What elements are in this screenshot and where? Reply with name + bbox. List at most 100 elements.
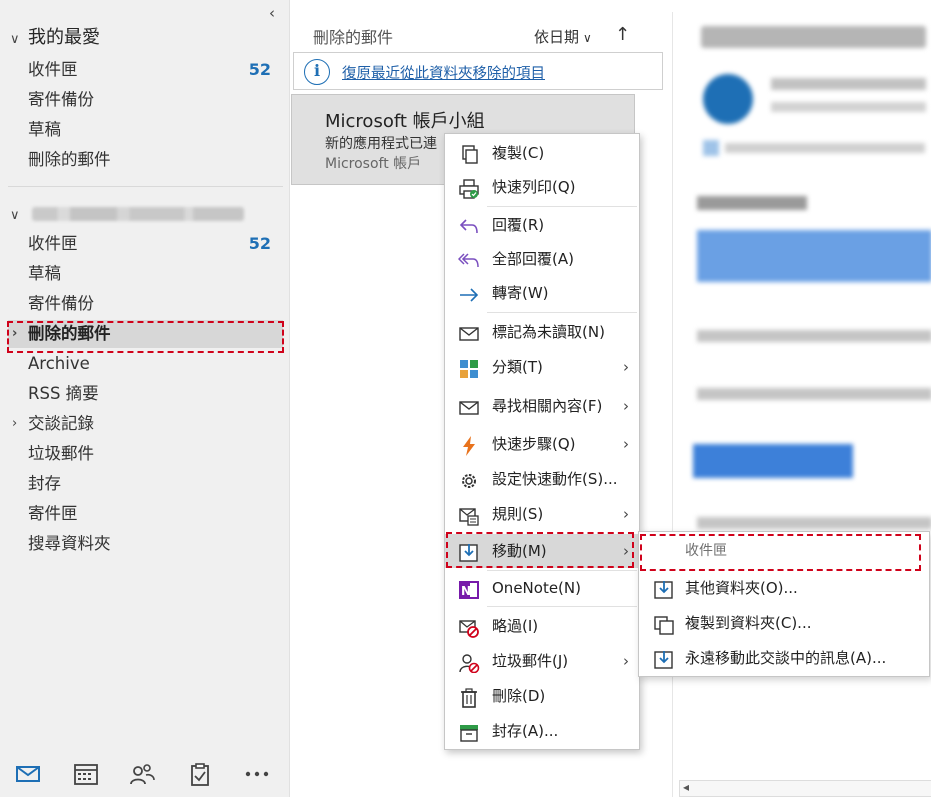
move-submenu: 收件匣 其他資料夾(O)... 複製到資料夾(C)... 永遠移動此交談中的訊息… xyxy=(638,531,930,677)
menu-separator xyxy=(487,606,637,607)
chevron-right-icon[interactable]: › xyxy=(12,410,17,438)
menu-item-ignore[interactable]: 略過(I) xyxy=(445,609,639,643)
submenu-item-inbox[interactable]: 收件匣 xyxy=(639,534,929,568)
chevron-down-icon: ∨ xyxy=(583,31,592,45)
account-folder-junk[interactable]: 垃圾郵件 xyxy=(8,440,283,468)
account-folder-rss[interactable]: RSS 摘要 xyxy=(8,380,283,408)
reply-icon xyxy=(458,215,480,235)
folder-label: 寄件備份 xyxy=(28,90,94,109)
menu-item-archive[interactable]: 封存(A)... xyxy=(445,714,639,748)
menu-item-move[interactable]: 移動(M) › xyxy=(445,534,639,568)
account-folder-conversation-history[interactable]: › 交談記錄 xyxy=(8,410,283,438)
menu-item-forward[interactable]: 轉寄(W) xyxy=(445,276,639,310)
scroll-left-arrow-icon[interactable]: ◂ xyxy=(683,780,689,794)
chevron-right-icon[interactable]: › xyxy=(12,320,17,348)
menu-item-reply[interactable]: 回覆(R) xyxy=(445,208,639,242)
submenu-arrow-icon: › xyxy=(623,358,629,376)
reading-pane: ◂ xyxy=(672,12,931,797)
sort-direction-arrow-icon[interactable]: ↑ xyxy=(615,24,630,45)
favorites-folder-sent[interactable]: 寄件備份 xyxy=(8,86,283,114)
menu-item-delete[interactable]: 刪除(D) xyxy=(445,679,639,713)
redacted-action-button xyxy=(693,444,853,478)
ignore-icon xyxy=(458,616,480,638)
menu-item-junk[interactable]: 垃圾郵件(J) › xyxy=(445,644,639,678)
menu-item-categorize[interactable]: 分類(T) › xyxy=(445,350,639,384)
menu-item-find-related[interactable]: 尋找相關內容(F) › xyxy=(445,389,639,423)
submenu-item-always-move[interactable]: 永遠移動此交談中的訊息(A)... xyxy=(639,641,929,675)
find-related-icon xyxy=(458,396,480,416)
account-header[interactable]: ∨ xyxy=(10,201,244,227)
submenu-arrow-icon: › xyxy=(623,652,629,670)
menu-item-onenote[interactable]: N OneNote(N) xyxy=(445,571,639,605)
folder-label: RSS 摘要 xyxy=(28,384,99,403)
redacted-info-line xyxy=(725,143,925,153)
account-folder-inbox[interactable]: 收件匣 52 xyxy=(8,230,283,258)
favorites-header[interactable]: ∨ 我的最愛 xyxy=(10,25,100,51)
move-icon xyxy=(653,578,675,599)
submenu-item-copy-to-folder[interactable]: 複製到資料夾(C)... xyxy=(639,606,929,640)
redacted-subject xyxy=(701,26,926,48)
info-icon: i xyxy=(304,59,330,85)
menu-item-reply-all[interactable]: 全部回覆(A) xyxy=(445,242,639,276)
redacted-paragraph xyxy=(697,388,931,400)
folder-label: 交談記錄 xyxy=(28,414,94,433)
sort-by-date-button[interactable]: 依日期 ∨ xyxy=(534,26,592,47)
print-icon xyxy=(458,177,480,199)
account-folder-deleted[interactable]: › 刪除的郵件 xyxy=(8,320,283,348)
menu-item-set-quick-actions[interactable]: 設定快速動作(S)... xyxy=(445,462,639,496)
menu-item-mark-unread[interactable]: 標記為未讀取(N) xyxy=(445,315,639,349)
redacted-brand xyxy=(697,196,807,210)
chevron-down-icon: ∨ xyxy=(10,208,20,223)
collapse-pane-button[interactable]: ‹ xyxy=(262,3,282,23)
folder-label: Archive xyxy=(28,354,90,373)
gear-icon xyxy=(458,469,480,489)
redacted-sender-line xyxy=(771,78,926,90)
people-icon[interactable] xyxy=(128,762,156,786)
folder-label: 草稿 xyxy=(28,264,61,283)
submenu-item-other-folder[interactable]: 其他資料夾(O)... xyxy=(639,571,929,605)
menu-separator xyxy=(487,312,637,313)
mail-icon[interactable] xyxy=(14,762,42,786)
recover-items-bar: i 復原最近從此資料夾移除的項目 xyxy=(293,52,663,90)
lightning-icon xyxy=(458,434,480,456)
copy-icon xyxy=(458,143,480,164)
archive-icon xyxy=(458,721,480,742)
favorites-folder-deleted[interactable]: 刪除的郵件 xyxy=(8,146,283,174)
more-icon[interactable] xyxy=(243,762,271,786)
account-folder-archive-zh[interactable]: 封存 xyxy=(8,470,283,498)
account-folder-sent[interactable]: 寄件備份 xyxy=(8,290,283,318)
horizontal-scrollbar[interactable]: ◂ xyxy=(679,780,931,797)
account-folder-archive[interactable]: Archive xyxy=(8,350,283,378)
categorize-icon xyxy=(458,357,480,378)
favorites-folder-inbox[interactable]: 收件匣 52 xyxy=(8,56,283,84)
folder-label: 搜尋資料夾 xyxy=(28,534,111,553)
list-folder-title: 刪除的郵件 xyxy=(313,28,394,47)
message-sender: Microsoft 帳戶小組 xyxy=(325,111,485,132)
folder-pane: ‹ ∨ 我的最愛 收件匣 52 寄件備份 草稿 刪除的郵件 ∨ 收件匣 52 草稿… xyxy=(0,0,290,797)
tasks-icon[interactable] xyxy=(186,762,214,786)
favorites-folder-drafts[interactable]: 草稿 xyxy=(8,116,283,144)
account-folder-drafts[interactable]: 草稿 xyxy=(8,260,283,288)
folder-label: 草稿 xyxy=(28,120,61,139)
menu-separator xyxy=(487,206,637,207)
junk-icon xyxy=(458,651,480,674)
menu-item-quick-steps[interactable]: 快速步驟(Q) › xyxy=(445,427,639,461)
folder-label: 收件匣 xyxy=(28,234,78,253)
account-folder-search[interactable]: 搜尋資料夾 xyxy=(8,530,283,558)
onenote-icon: N xyxy=(458,578,480,599)
recover-items-link[interactable]: 復原最近從此資料夾移除的項目 xyxy=(342,62,545,83)
folder-label: 收件匣 xyxy=(28,60,78,79)
svg-text:N: N xyxy=(461,584,471,598)
submenu-arrow-icon: › xyxy=(623,542,629,560)
menu-item-rules[interactable]: 規則(S) › xyxy=(445,497,639,531)
context-menu: 複製(C) 快速列印(Q) 回覆(R) 全部回覆(A) 轉寄(W) 標記為未讀取… xyxy=(444,133,640,750)
menu-item-quick-print[interactable]: 快速列印(Q) xyxy=(445,170,639,204)
account-folder-outbox[interactable]: 寄件匣 xyxy=(8,500,283,528)
chevron-down-icon: ∨ xyxy=(10,32,20,47)
menu-item-copy[interactable]: 複製(C) xyxy=(445,136,639,170)
calendar-icon[interactable] xyxy=(72,762,100,786)
redacted-paragraph xyxy=(697,517,931,529)
rules-icon xyxy=(458,504,480,526)
redacted-info-icon xyxy=(703,140,719,156)
trash-icon xyxy=(458,686,480,708)
